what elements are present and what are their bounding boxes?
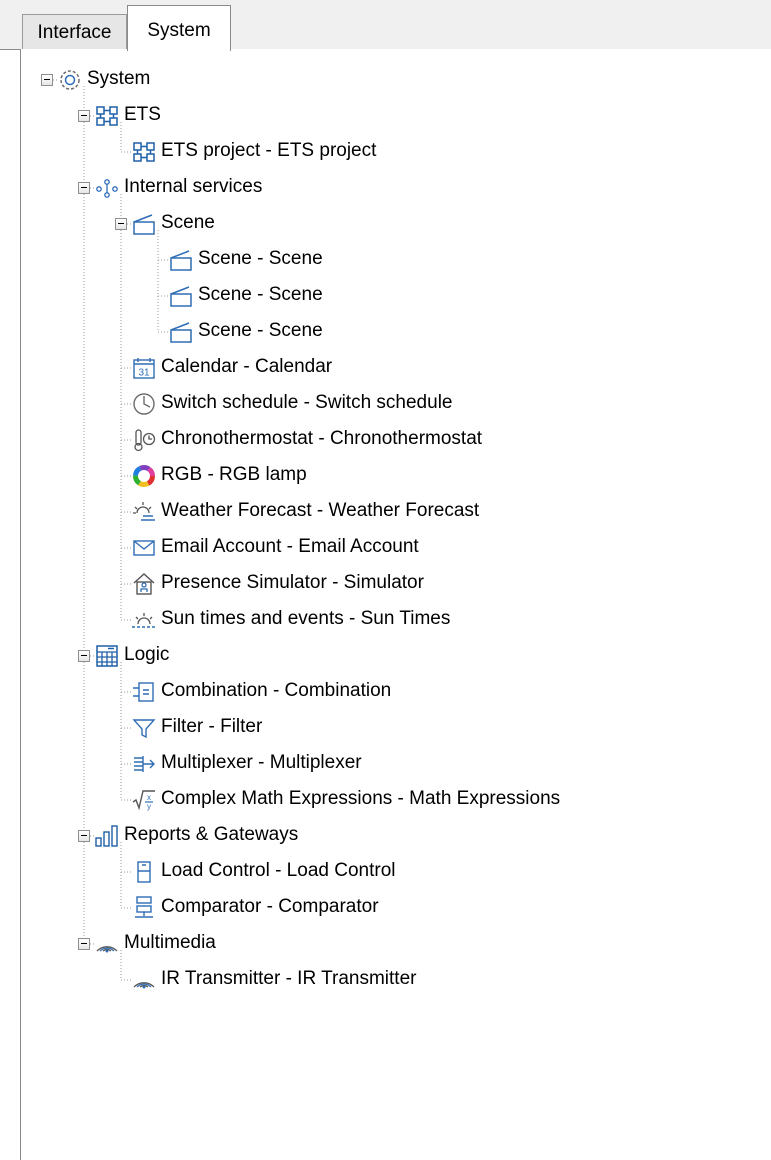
tree-item-scene-scene[interactable]: Scene - Scene: [198, 319, 323, 343]
tree-item-scene-scene[interactable]: Scene - Scene: [198, 283, 323, 307]
tree-item-filter-filter[interactable]: Filter - Filter: [161, 715, 262, 739]
scene-icon: [168, 319, 194, 345]
gear-icon: [57, 67, 83, 93]
scene-icon: [168, 247, 194, 273]
load-control-icon: [131, 859, 157, 885]
svg-text:x: x: [147, 793, 151, 802]
tree-item-logic[interactable]: Logic: [124, 643, 169, 667]
sun-horizon-icon: [131, 607, 157, 633]
tree-item-scene[interactable]: Scene: [161, 211, 215, 235]
tree-item-ets-project-ets-project[interactable]: ETS project - ETS project: [161, 139, 376, 163]
tree-item-email-account-email-account[interactable]: Email Account - Email Account: [161, 535, 419, 559]
scene-icon: [131, 211, 157, 237]
tree-item-multiplexer-multiplexer[interactable]: Multiplexer - Multiplexer: [161, 751, 362, 775]
svg-text:31: 31: [138, 368, 150, 379]
tree-item-rgb-rgb-lamp[interactable]: RGB - RGB lamp: [161, 463, 307, 487]
filter-icon: [131, 715, 157, 741]
collapse-toggle-multimedia[interactable]: [78, 938, 90, 950]
sqrt-icon: xy: [131, 787, 157, 813]
tree-item-weather-forecast-weather-forecast[interactable]: Weather Forecast - Weather Forecast: [161, 499, 479, 523]
tree-item-sun-times-and-events-sun-times[interactable]: Sun times and events - Sun Times: [161, 607, 450, 631]
tree-item-load-control-load-control[interactable]: Load Control - Load Control: [161, 859, 395, 883]
collapse-toggle-scene[interactable]: [115, 218, 127, 230]
tree-item-combination-combination[interactable]: Combination - Combination: [161, 679, 391, 703]
calendar-icon: 31: [131, 355, 157, 381]
svg-text:y: y: [147, 802, 151, 811]
tree-item-scene-scene[interactable]: Scene - Scene: [198, 247, 323, 271]
combination-icon: [131, 679, 157, 705]
rgb-ring-icon: [131, 463, 157, 489]
signal-icon: [94, 931, 120, 957]
services-icon: [94, 175, 120, 201]
thermostat-icon: [131, 427, 157, 453]
tree-item-ir-transmitter-ir-transmitter[interactable]: IR Transmitter - IR Transmitter: [161, 967, 416, 991]
house-person-icon: [131, 571, 157, 597]
tree-item-ets[interactable]: ETS: [124, 103, 161, 127]
signal-icon: [131, 967, 157, 993]
bar-chart-icon: [94, 823, 120, 849]
tree-item-calendar-calendar[interactable]: Calendar - Calendar: [161, 355, 332, 379]
envelope-icon: [131, 535, 157, 561]
tree-item-complex-math-expressions-math-expressions[interactable]: Complex Math Expressions - Math Expressi…: [161, 787, 560, 811]
tree-item-system[interactable]: System: [87, 67, 150, 91]
tree-item-multimedia[interactable]: Multimedia: [124, 931, 216, 955]
tree-item-reports-gateways[interactable]: Reports & Gateways: [124, 823, 298, 847]
collapse-toggle-ets[interactable]: [78, 110, 90, 122]
collapse-toggle-internal-services[interactable]: [78, 182, 90, 194]
clock-icon: [131, 391, 157, 417]
system-tree: System ETS ETS project - ETS project Intern…: [0, 0, 771, 1160]
tab-system[interactable]: System: [127, 5, 231, 51]
tree-item-comparator-comparator[interactable]: Comparator - Comparator: [161, 895, 379, 919]
ets-icon: [131, 139, 157, 165]
ets-icon: [94, 103, 120, 129]
grid-calc-icon: [94, 643, 120, 669]
tree-item-switch-schedule-switch-schedule[interactable]: Switch schedule - Switch schedule: [161, 391, 452, 415]
weather-icon: [131, 499, 157, 525]
tree-item-presence-simulator-simulator[interactable]: Presence Simulator - Simulator: [161, 571, 424, 595]
multiplexer-icon: [131, 751, 157, 777]
collapse-toggle-logic[interactable]: [78, 650, 90, 662]
collapse-toggle-system[interactable]: [41, 74, 53, 86]
scene-icon: [168, 283, 194, 309]
comparator-icon: [131, 895, 157, 921]
tree-item-chronothermostat-chronothermostat[interactable]: Chronothermostat - Chronothermostat: [161, 427, 482, 451]
tree-item-internal-services[interactable]: Internal services: [124, 175, 262, 199]
collapse-toggle-reports-gateways[interactable]: [78, 830, 90, 842]
